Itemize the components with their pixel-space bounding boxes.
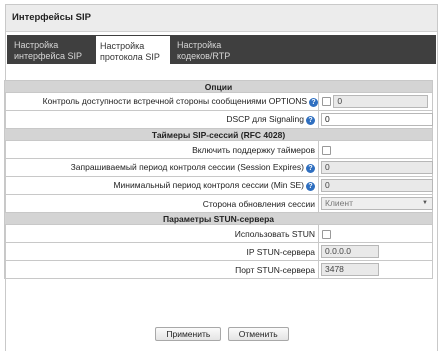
row-session-expires: Запрашиваемый период контроля сессии (Se… <box>4 158 434 177</box>
timers-enable-checkbox[interactable] <box>322 145 331 155</box>
cancel-button[interactable]: Отменить <box>227 327 289 341</box>
session-expires-label-cell: Запрашиваемый период контроля сессии (Se… <box>4 158 319 177</box>
row-use-stun: Использовать STUN <box>4 224 434 243</box>
stun-port-label: Порт STUN-сервера <box>4 260 319 279</box>
options-check-label: Контроль доступности встречной стороны с… <box>42 96 307 107</box>
tab-bar: Настройка интерфейса SIP Настройка прото… <box>7 35 436 64</box>
options-check-value-cell: 0 <box>317 92 434 111</box>
tab-label-line1: Настройка <box>100 41 145 51</box>
options-check-label-cell: Контроль доступности встречной стороны с… <box>4 92 319 111</box>
help-icon[interactable]: ? <box>306 181 315 191</box>
dscp-input[interactable]: 0 <box>321 113 433 126</box>
stun-ip-label: IP STUN-сервера <box>4 242 319 261</box>
options-check-checkbox[interactable] <box>322 97 331 106</box>
session-expires-value-cell: 0 <box>317 158 434 177</box>
button-bar: Применить Отменить <box>0 327 444 341</box>
use-stun-checkbox[interactable] <box>322 229 331 239</box>
section-header-stun: Параметры STUN-сервера <box>3 212 434 225</box>
tab-label-line2: кодеков/RTP <box>177 51 231 61</box>
refresher-label: Сторона обновления сессии <box>4 194 319 213</box>
min-se-label-cell: Минимальный период контроля сессии (Min … <box>4 176 319 195</box>
dscp-label: DSCP для Signaling <box>226 114 304 125</box>
min-se-input[interactable]: 0 <box>321 179 433 192</box>
session-expires-label: Запрашиваемый период контроля сессии (Se… <box>70 162 304 173</box>
timers-enable-value-cell <box>317 140 434 159</box>
help-icon[interactable]: ? <box>309 97 318 107</box>
min-se-label: Минимальный период контроля сессии (Min … <box>113 180 304 191</box>
stun-port-value-cell: 3478 <box>317 260 434 279</box>
help-icon[interactable]: ? <box>306 163 315 173</box>
use-stun-value-cell <box>317 224 434 243</box>
dscp-value-cell: 0 <box>317 110 434 129</box>
window-title: Интерфейсы SIP <box>6 5 437 32</box>
row-stun-port: Порт STUN-сервера 3478 <box>4 260 434 279</box>
row-refresher: Сторона обновления сессии Клиент ▼ <box>4 194 434 213</box>
section-header-options: Опции <box>3 80 434 93</box>
refresher-select[interactable]: Клиент ▼ <box>321 197 433 210</box>
options-interval-input[interactable]: 0 <box>333 95 429 108</box>
row-dscp: DSCP для Signaling? 0 <box>4 110 434 129</box>
row-min-se: Минимальный период контроля сессии (Min … <box>4 176 434 195</box>
tab-codec-rtp-settings[interactable]: Настройка кодеков/RTP <box>173 35 253 64</box>
row-stun-ip: IP STUN-сервера 0.0.0.0 <box>4 242 434 261</box>
apply-button[interactable]: Применить <box>155 327 222 341</box>
tab-sip-protocol-settings[interactable]: Настройка протокола SIP <box>95 35 171 64</box>
min-se-value-cell: 0 <box>317 176 434 195</box>
stun-ip-input[interactable]: 0.0.0.0 <box>321 245 379 258</box>
section-header-timers: Таймеры SIP-сессий (RFC 4028) <box>3 128 434 141</box>
refresher-value-cell: Клиент ▼ <box>317 194 434 213</box>
stun-ip-value-cell: 0.0.0.0 <box>317 242 434 261</box>
session-expires-input[interactable]: 0 <box>321 161 433 174</box>
tab-label-line2: интерфейса SIP <box>14 51 82 61</box>
tab-sip-interface-settings[interactable]: Настройка интерфейса SIP <box>10 35 90 64</box>
timers-enable-label: Включить поддержку таймеров <box>4 140 319 159</box>
tab-label-line1: Настройка <box>14 40 59 50</box>
tab-label-line2: протокола SIP <box>100 52 160 62</box>
row-options-check: Контроль доступности встречной стороны с… <box>4 92 434 111</box>
help-icon[interactable]: ? <box>306 115 315 125</box>
refresher-selected-value: Клиент <box>325 198 353 208</box>
chevron-down-icon: ▼ <box>422 200 428 206</box>
dscp-label-cell: DSCP для Signaling? <box>4 110 319 129</box>
stun-port-input[interactable]: 3478 <box>321 263 379 276</box>
use-stun-label: Использовать STUN <box>4 224 319 243</box>
row-timers-enable: Включить поддержку таймеров <box>4 140 434 159</box>
tab-label-line1: Настройка <box>177 40 222 50</box>
settings-table: Опции Контроль доступности встречной сто… <box>3 80 434 279</box>
